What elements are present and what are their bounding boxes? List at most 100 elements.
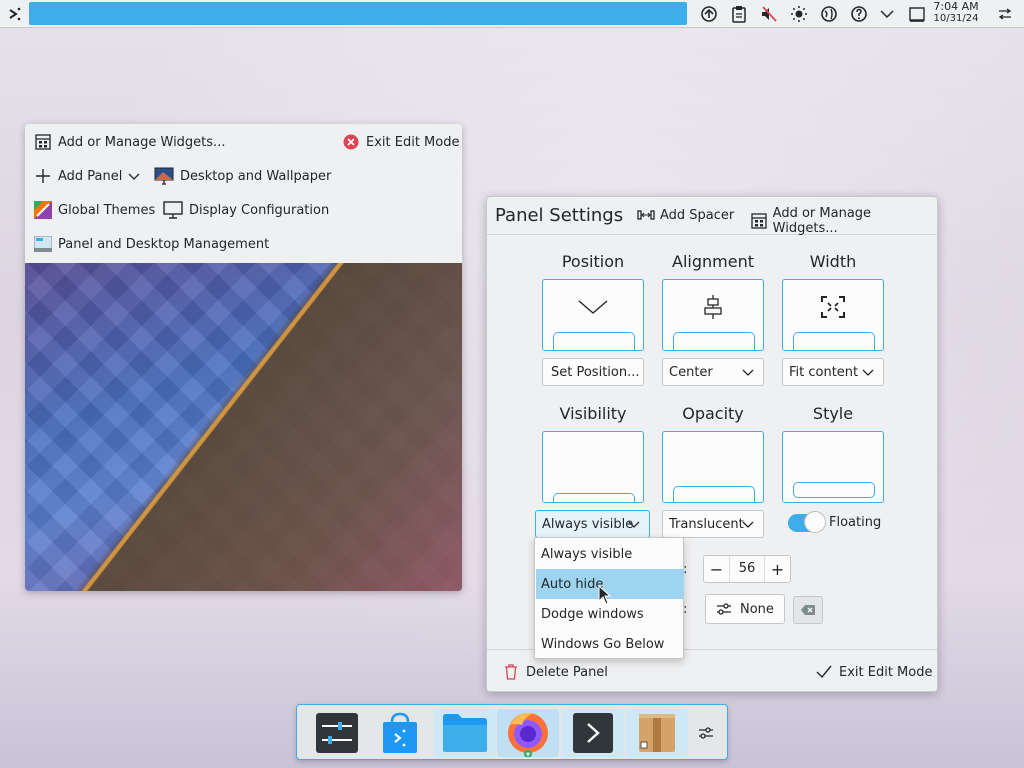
backspace-icon (801, 605, 815, 615)
opacity-preview[interactable] (662, 431, 764, 503)
panel-preview-bar (793, 332, 875, 350)
floating-label: Floating (829, 515, 882, 530)
toggle-knob (804, 511, 826, 533)
add-spacer-button[interactable]: Add Spacer (637, 206, 734, 224)
discover-store-icon[interactable] (369, 709, 431, 757)
mouse-cursor-icon (598, 585, 612, 605)
add-widgets-label: Add or Manage Widgets... (58, 134, 226, 150)
chevron-down-icon (628, 521, 640, 528)
clock[interactable]: 7:04 AM 10/31/24 (930, 1, 982, 25)
package-archive-icon[interactable] (626, 709, 688, 757)
alignment-label: Alignment (672, 252, 754, 271)
panel-preview-bar (673, 486, 755, 502)
floating-toggle[interactable] (788, 511, 826, 533)
brightness-icon[interactable] (789, 4, 809, 24)
panel-configure-icon[interactable] (692, 709, 720, 757)
file-manager-icon[interactable] (434, 709, 496, 757)
global-themes-label: Global Themes (58, 202, 156, 218)
delete-panel-button[interactable]: Delete Panel (502, 663, 608, 681)
add-panel-button[interactable]: Add Panel (34, 164, 140, 188)
panel-settings-title: Panel Settings (495, 205, 624, 226)
style-preview[interactable] (782, 431, 884, 503)
opacity-label: Opacity (682, 404, 744, 423)
dropdown-option-windows-go-below[interactable]: Windows Go Below (536, 629, 684, 659)
width-value: Fit content (789, 364, 859, 380)
height-value: 56 (738, 561, 756, 576)
height-spinbox[interactable]: − 56 + (703, 555, 791, 583)
clipboard-icon[interactable] (729, 4, 749, 24)
panel-desktop-management-label: Panel and Desktop Management (58, 236, 270, 252)
position-label: Position (561, 252, 625, 271)
show-desktop-icon[interactable] (907, 4, 927, 24)
chevron-down-icon[interactable] (877, 4, 897, 24)
chevron-down-icon (862, 369, 874, 376)
checkmark-icon (815, 663, 833, 681)
shortcut-value: None (740, 601, 774, 617)
set-position-button[interactable]: Set Position... (542, 358, 644, 386)
wallpaper-preview (25, 263, 462, 591)
add-spacer-label: Add Spacer (660, 207, 735, 223)
exit-edit-mode-button[interactable]: Exit Edit Mode (342, 130, 459, 154)
decrease-button[interactable]: − (704, 556, 730, 582)
panel-preview-bar (553, 493, 635, 502)
exit-edit-mode-button[interactable]: Exit Edit Mode (815, 663, 932, 681)
width-preview[interactable] (782, 279, 884, 351)
exit-edit-mode-label: Exit Edit Mode (839, 664, 933, 680)
panel-settings-header: Panel Settings Add Spacer Add or Manage … (487, 197, 937, 236)
visibility-value: Always visible (542, 516, 634, 532)
network-icon[interactable] (699, 4, 719, 24)
volume-muted-icon[interactable] (759, 4, 779, 24)
width-combo[interactable]: Fit content (782, 358, 884, 386)
panel-desktop-management-button[interactable]: Panel and Desktop Management (34, 232, 269, 256)
trash-icon (502, 663, 520, 681)
visibility-label: Visibility (559, 404, 627, 423)
delete-panel-label: Delete Panel (526, 664, 608, 680)
kickoff-arrow-icon[interactable] (4, 3, 26, 25)
terminal-icon[interactable] (562, 709, 624, 757)
global-themes-button[interactable]: Global Themes (34, 198, 155, 222)
opacity-combo[interactable]: Translucent (662, 510, 764, 538)
panel-preview-bar (673, 332, 755, 350)
display-configuration-label: Display Configuration (189, 202, 330, 218)
add-widgets-button[interactable]: Add or Manage Widgets... (750, 206, 937, 236)
style-label: Style (812, 404, 854, 423)
globe-icon[interactable] (819, 4, 839, 24)
increase-button[interactable]: + (764, 556, 790, 582)
clear-shortcut-button[interactable] (793, 596, 823, 624)
alignment-preview[interactable] (662, 279, 764, 351)
spacer-icon (637, 206, 655, 224)
desktop-wallpaper-button[interactable]: Desktop and Wallpaper (154, 164, 331, 188)
widgets-icon (34, 133, 52, 151)
panel-preview-bar (793, 482, 875, 498)
edit-mode-toolbox: Add or Manage Widgets... Exit Edit Mode … (25, 124, 462, 591)
chevron-down-icon (742, 369, 754, 376)
alignment-value: Center (669, 364, 713, 380)
alignment-combo[interactable]: Center (662, 358, 764, 386)
exit-edit-mode-label: Exit Edit Mode (366, 134, 460, 150)
widgets-icon (750, 212, 768, 230)
monitor-icon (163, 201, 183, 219)
system-settings-icon[interactable] (306, 709, 368, 757)
chevron-down-icon (742, 521, 754, 528)
add-widgets-button[interactable]: Add or Manage Widgets... (34, 130, 225, 154)
firefox-icon[interactable] (497, 709, 559, 757)
chevron-down-icon (543, 292, 643, 322)
system-tray: 7:04 AM 10/31/24 (689, 0, 1024, 28)
dropdown-option-always-visible[interactable]: Always visible (536, 539, 684, 569)
fit-content-icon (783, 292, 883, 322)
chevron-down-icon (128, 170, 140, 182)
shortcut-button[interactable]: None (705, 594, 785, 624)
panel-placeholder-bar[interactable] (29, 2, 687, 25)
align-center-icon (663, 292, 763, 322)
settings-sliders-icon (717, 603, 731, 615)
visibility-preview[interactable] (542, 431, 644, 503)
add-panel-label: Add Panel (58, 168, 123, 184)
help-icon[interactable] (849, 4, 869, 24)
panel-settings-icon[interactable] (995, 4, 1015, 24)
display-configuration-button[interactable]: Display Configuration (163, 198, 329, 222)
monitor-wallpaper-icon (154, 167, 174, 185)
visibility-combo[interactable]: Always visible (535, 510, 650, 538)
close-circle-icon (342, 133, 360, 151)
position-preview[interactable] (542, 279, 644, 351)
bottom-dock-panel (296, 704, 728, 760)
